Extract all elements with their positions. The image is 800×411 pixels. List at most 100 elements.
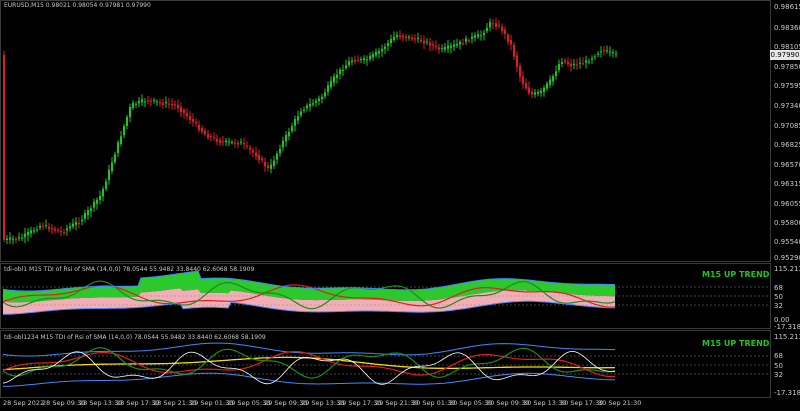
price-candle bbox=[207, 134, 209, 138]
price-candle bbox=[342, 69, 344, 71]
price-candle bbox=[285, 134, 287, 142]
price-candle bbox=[168, 103, 170, 105]
price-candle bbox=[453, 44, 455, 47]
price-candle bbox=[363, 58, 365, 60]
current-price-marker: 0.97990 bbox=[770, 50, 800, 60]
price-candle bbox=[441, 48, 443, 50]
price-candle bbox=[594, 56, 596, 58]
ind1-scale-label: 32 bbox=[774, 302, 783, 310]
price-candle bbox=[3, 55, 5, 240]
price-candle bbox=[411, 37, 413, 40]
price-candle bbox=[252, 150, 254, 153]
price-label: 0.96825 bbox=[774, 141, 800, 149]
price-label: 0.95800 bbox=[774, 219, 800, 227]
price-candle bbox=[486, 27, 488, 32]
price-candle bbox=[309, 103, 311, 107]
price-candle bbox=[186, 113, 188, 117]
price-label: 0.97085 bbox=[774, 122, 800, 130]
price-candle bbox=[435, 45, 437, 47]
price-candle bbox=[366, 59, 368, 61]
price-candle bbox=[510, 39, 512, 45]
price-candle bbox=[327, 85, 329, 92]
price-candle bbox=[177, 104, 179, 109]
price-candle bbox=[153, 99, 155, 101]
price-candle bbox=[66, 228, 68, 231]
indicator2-header: tdi-obl1234 M15 TDI of Rsi of SMA (14,0,… bbox=[4, 334, 266, 341]
ind1-scale-label: 50 bbox=[774, 293, 783, 301]
price-candle bbox=[429, 42, 431, 46]
price-candle bbox=[216, 138, 218, 142]
price-candle bbox=[306, 105, 308, 109]
price-candle bbox=[123, 125, 125, 135]
price-candle bbox=[573, 63, 575, 65]
price-candle bbox=[339, 69, 341, 74]
price-candle bbox=[132, 102, 134, 108]
price-candle bbox=[117, 142, 119, 153]
price-candle bbox=[105, 181, 107, 189]
price-candle bbox=[6, 238, 8, 240]
price-candle bbox=[462, 43, 464, 45]
price-candle bbox=[480, 35, 482, 37]
price-candle bbox=[126, 116, 128, 126]
price-candle bbox=[336, 74, 338, 79]
price-candle bbox=[402, 35, 404, 38]
price-candle bbox=[57, 229, 59, 231]
price-candle bbox=[525, 83, 527, 89]
ind2-scale-label: 115.2134 bbox=[774, 333, 800, 341]
time-label: 28 Sep 2022 bbox=[3, 399, 45, 407]
price-candle bbox=[396, 35, 398, 37]
price-candle bbox=[81, 219, 83, 222]
price-candle bbox=[24, 233, 26, 238]
price-candle bbox=[189, 116, 191, 121]
price-candle bbox=[156, 101, 158, 103]
price-candle bbox=[249, 147, 251, 150]
price-candle bbox=[198, 125, 200, 130]
price-candle bbox=[72, 223, 74, 227]
price-candle bbox=[297, 116, 299, 121]
price-candle bbox=[18, 237, 20, 239]
price-candle bbox=[378, 50, 380, 54]
time-label: 30 Sep 21:30 bbox=[598, 399, 642, 407]
price-candle bbox=[372, 53, 374, 58]
price-candle bbox=[255, 152, 257, 157]
price-candle bbox=[303, 109, 305, 111]
price-candle bbox=[129, 106, 131, 117]
price-candle bbox=[45, 225, 47, 227]
price-candle bbox=[42, 225, 44, 227]
price-candle bbox=[444, 47, 446, 50]
ind1-scale-label: -17.3188 bbox=[774, 323, 800, 331]
price-label: 0.95290 bbox=[774, 254, 800, 262]
price-candle bbox=[36, 229, 38, 231]
price-candle bbox=[282, 140, 284, 148]
price-candle bbox=[576, 64, 578, 66]
price-candle bbox=[288, 131, 290, 137]
price-candle bbox=[360, 58, 362, 60]
price-candle bbox=[333, 76, 335, 83]
price-label: 0.98360 bbox=[774, 24, 800, 32]
time-label: 30 Sep 17:30 bbox=[560, 399, 604, 407]
price-candle bbox=[504, 29, 506, 34]
price-candle bbox=[90, 208, 92, 212]
price-candle bbox=[405, 36, 407, 39]
price-candle bbox=[39, 225, 41, 228]
price-candle bbox=[273, 160, 275, 166]
ind1-scale-label: 68 bbox=[774, 284, 783, 292]
price-candle bbox=[570, 63, 572, 67]
price-candle bbox=[393, 36, 395, 40]
price-candle bbox=[450, 45, 452, 48]
price-candle bbox=[513, 45, 515, 57]
price-candle bbox=[60, 230, 62, 232]
price-candle bbox=[75, 222, 77, 225]
indicator1-trend-label: M15 UP TREND bbox=[702, 270, 770, 279]
price-candle bbox=[93, 201, 95, 208]
price-label: 0.96315 bbox=[774, 180, 800, 188]
price-candle bbox=[111, 162, 113, 171]
price-candle bbox=[549, 79, 551, 85]
price-candle bbox=[426, 41, 428, 43]
price-candle bbox=[201, 128, 203, 132]
price-candle bbox=[579, 62, 581, 64]
price-candle bbox=[33, 230, 35, 232]
price-candle bbox=[213, 137, 215, 139]
price-candle bbox=[78, 223, 80, 224]
price-candle bbox=[96, 199, 98, 204]
